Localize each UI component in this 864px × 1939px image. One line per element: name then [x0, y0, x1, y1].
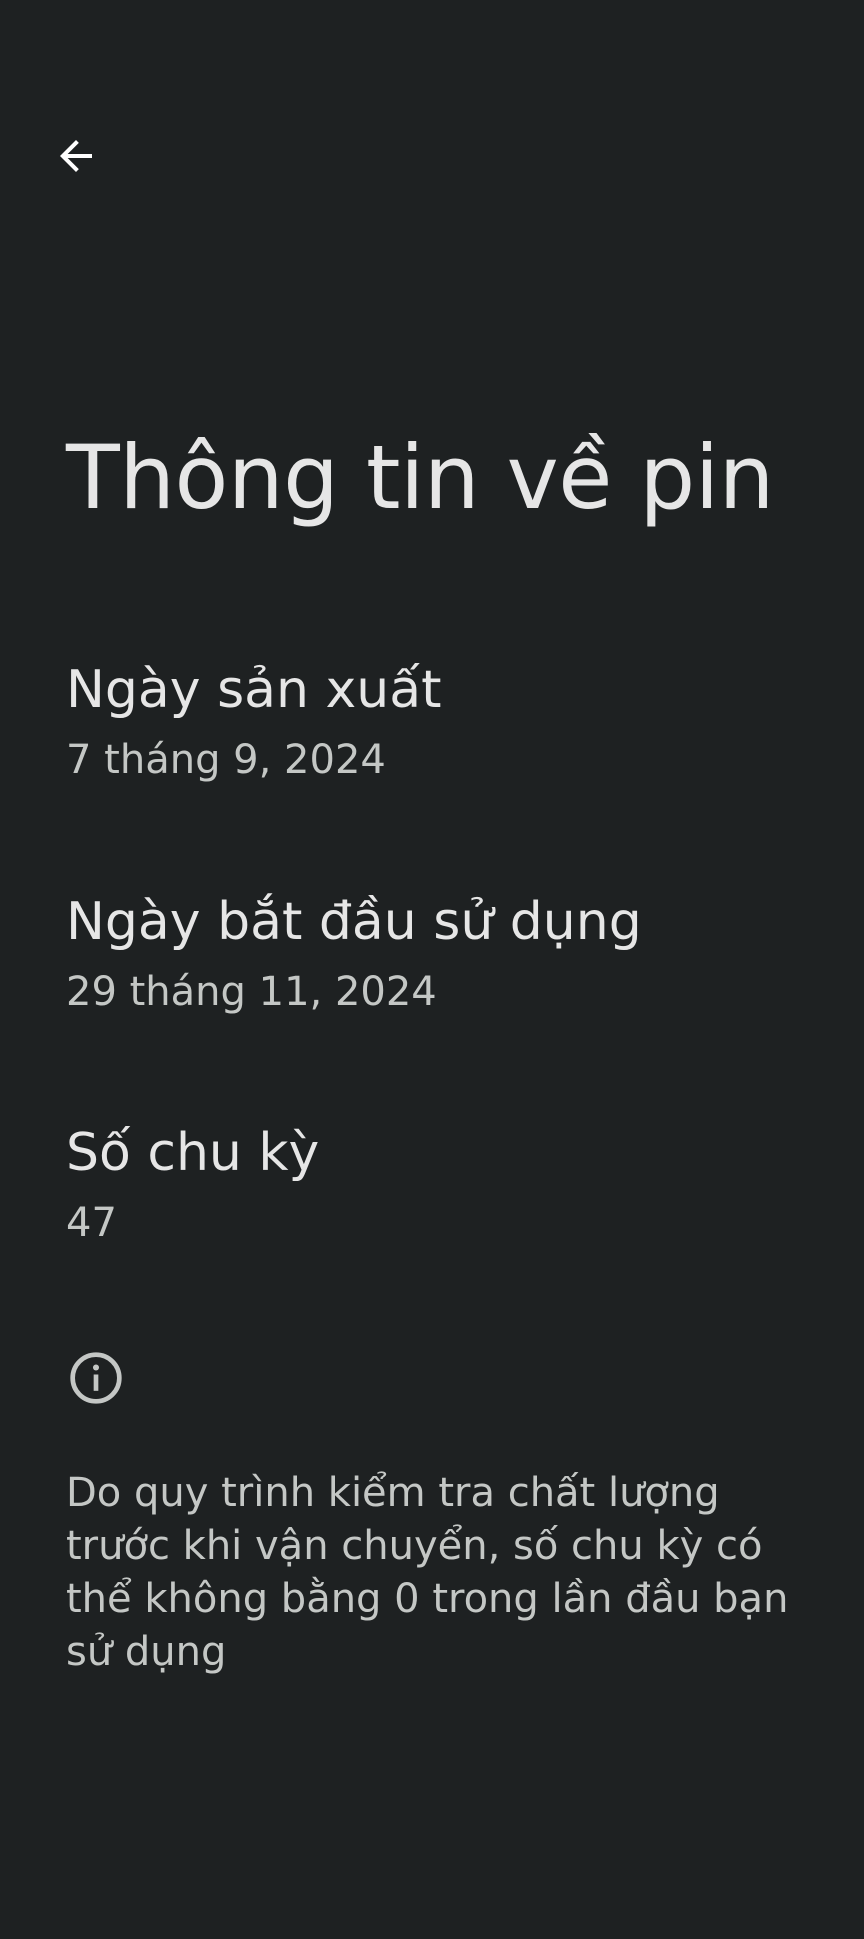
first-use-date-value: 29 tháng 11, 2024: [66, 969, 437, 1015]
manufacture-date-label: Ngày sản xuất: [66, 660, 442, 720]
first-use-date-item: Ngày bắt đầu sử dụng 29 tháng 11, 2024: [66, 890, 826, 1018]
footer-note: Do quy trình kiểm tra chất lượng trước k…: [66, 1470, 789, 1675]
cycle-count-item: Số chu kỳ 47: [66, 1121, 826, 1249]
cycle-count-value: 47: [66, 1200, 117, 1246]
manufacture-date-item: Ngày sản xuất 7 tháng 9, 2024: [66, 658, 826, 786]
info-icon: [70, 1352, 122, 1404]
battery-info-screen: Thông tin về pin Ngày sản xuất 7 tháng 9…: [0, 0, 864, 1939]
page-title: Thông tin về pin: [66, 426, 774, 529]
arrow-back-icon: [60, 140, 92, 172]
back-button[interactable]: [36, 116, 116, 196]
cycle-count-label: Số chu kỳ: [66, 1123, 320, 1183]
first-use-date-label: Ngày bắt đầu sử dụng: [66, 892, 642, 952]
manufacture-date-value: 7 tháng 9, 2024: [66, 737, 386, 783]
